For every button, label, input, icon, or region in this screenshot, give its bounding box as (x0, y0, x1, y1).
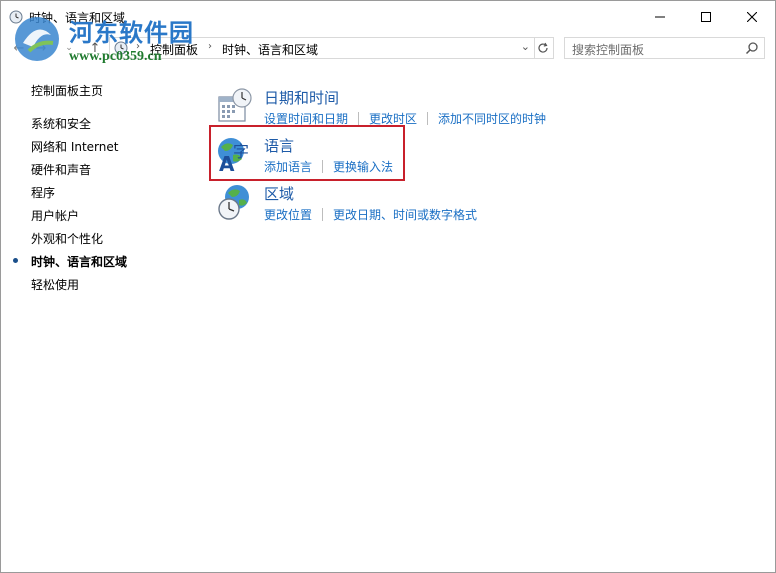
link-set-time-date[interactable]: 设置时间和日期 (264, 112, 348, 126)
sidebar-item-appearance[interactable]: 外观和个性化 (31, 230, 103, 247)
sidebar-item-network-internet[interactable]: 网络和 Internet (31, 138, 118, 155)
address-history-dropdown[interactable]: ⌄ (521, 40, 530, 53)
link-change-location[interactable]: 更改位置 (264, 208, 312, 222)
sidebar-item-programs[interactable]: 程序 (31, 184, 55, 201)
close-icon (747, 12, 757, 22)
search-input[interactable]: 搜索控制面板 (564, 37, 765, 59)
watermark-logo-icon (15, 17, 59, 61)
sidebar-item-hardware-sound[interactable]: 硬件和声音 (31, 161, 91, 178)
sidebar-item-clock-language-region[interactable]: 时钟、语言和区域 (31, 253, 127, 270)
link-divider (427, 112, 429, 125)
search-icon (745, 42, 758, 55)
link-divider (322, 208, 324, 221)
link-add-clocks[interactable]: 添加不同时区的时钟 (438, 112, 546, 126)
watermark: 河东软件园 www.pc0359.cn (11, 13, 211, 69)
link-divider (358, 112, 360, 125)
highlight-box (209, 125, 405, 181)
control-panel-window: 时钟、语言和区域 ← → ⌄ ↑ › (0, 0, 776, 573)
watermark-title: 河东软件园 (69, 18, 194, 47)
link-change-formats[interactable]: 更改日期、时间或数字格式 (333, 208, 477, 222)
sidebar-item-user-accounts[interactable]: 用户帐户 (31, 207, 79, 224)
current-item-bullet (13, 258, 18, 263)
maximize-icon (701, 12, 711, 22)
breadcrumb-clock-language-region[interactable]: 时钟、语言和区域 (222, 41, 318, 58)
refresh-button[interactable] (532, 37, 554, 59)
sidebar-item-ease-of-access[interactable]: 轻松使用 (31, 276, 79, 293)
close-button[interactable] (729, 1, 775, 33)
link-change-time-zone[interactable]: 更改时区 (369, 112, 417, 126)
minimize-icon (655, 16, 665, 18)
sidebar-item-system-security[interactable]: 系统和安全 (31, 115, 91, 132)
sidebar: 控制面板主页 系统和安全 网络和 Internet 硬件和声音 程序 用户帐户 … (1, 63, 201, 543)
search-placeholder: 搜索控制面板 (572, 43, 645, 57)
category-title-region[interactable]: 区域 (264, 183, 294, 204)
category-links-region: 更改位置 更改日期、时间或数字格式 (264, 206, 477, 223)
maximize-button[interactable] (683, 1, 729, 33)
minimize-button[interactable] (637, 1, 683, 33)
refresh-icon (537, 42, 548, 53)
category-title-date-time[interactable]: 日期和时间 (264, 87, 339, 108)
region-globe-clock-icon (218, 185, 249, 220)
sidebar-item-control-panel-home[interactable]: 控制面板主页 (31, 82, 103, 99)
calendar-clock-icon (218, 88, 252, 122)
chevron-down-icon: ⌄ (520, 40, 530, 53)
